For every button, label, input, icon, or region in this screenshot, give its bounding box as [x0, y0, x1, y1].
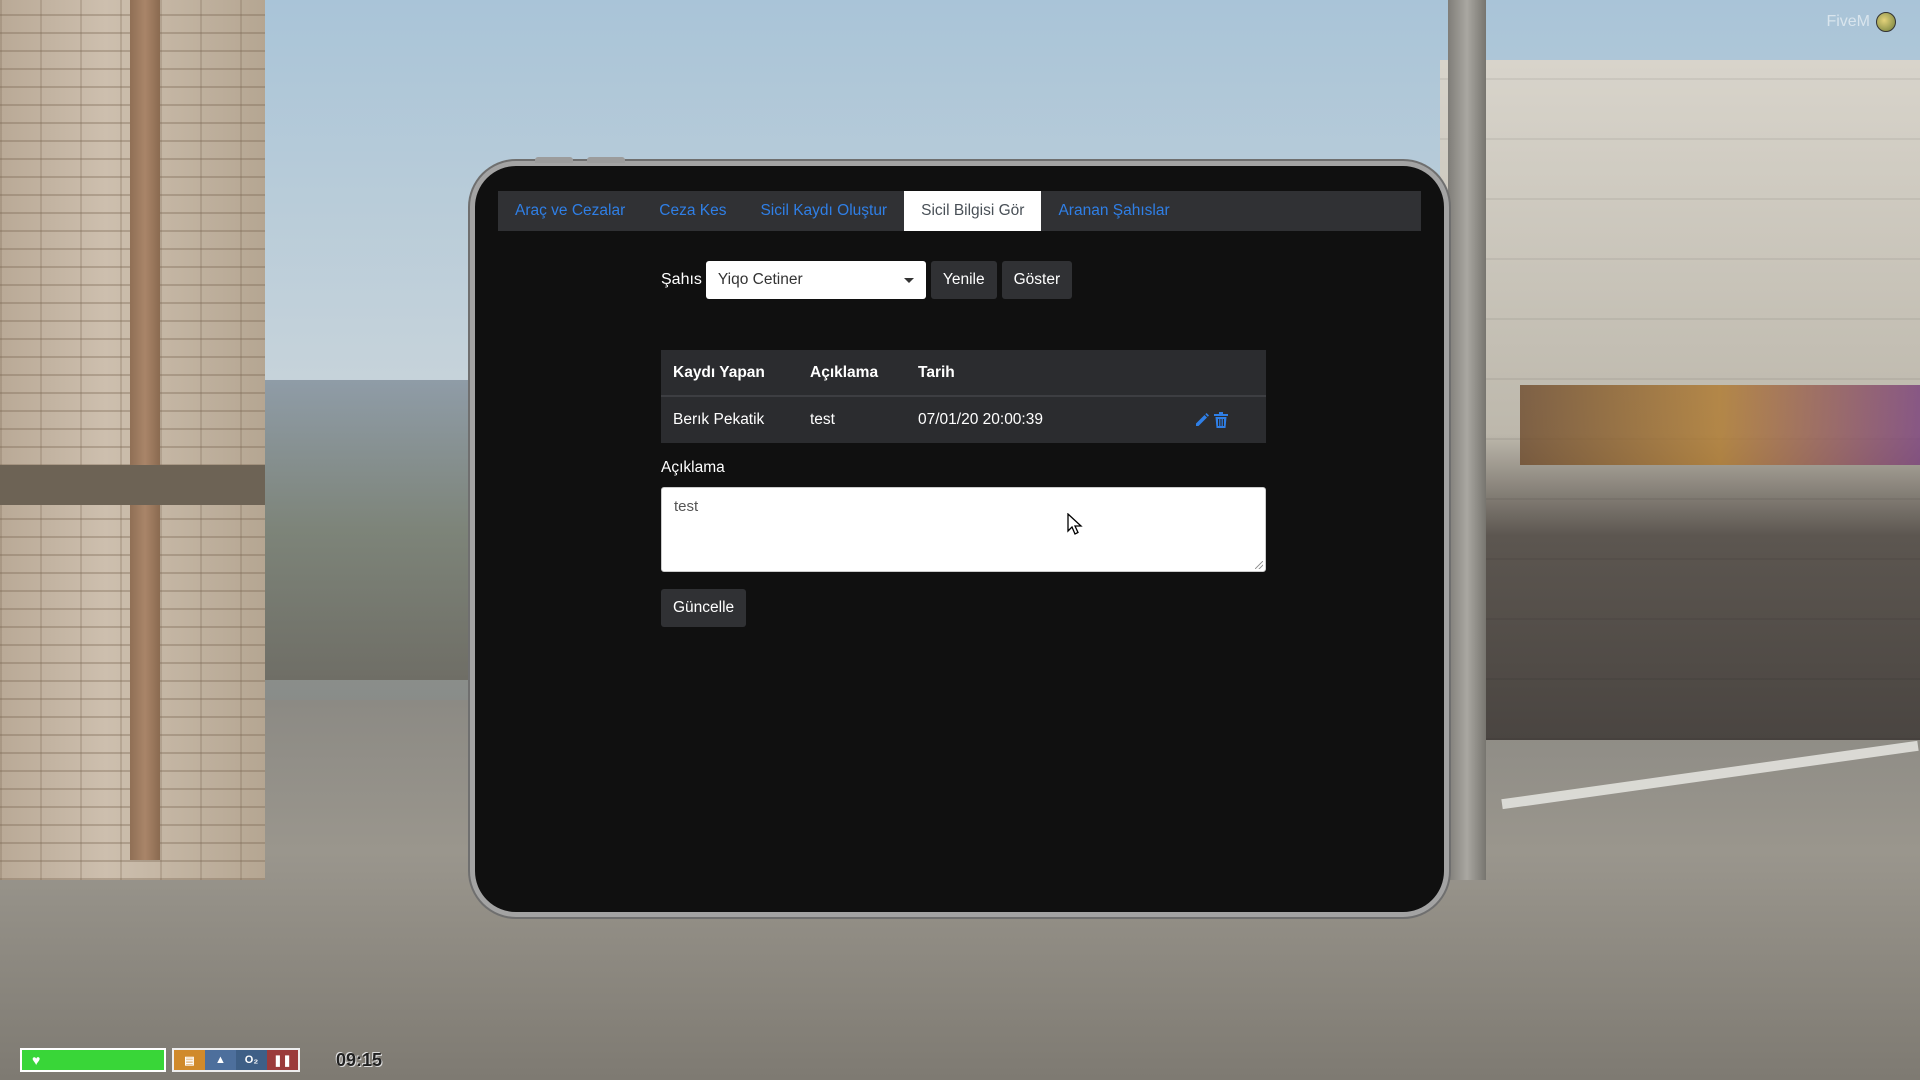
game-store-sign: [1520, 385, 1920, 465]
police-tablet: Araç ve Cezalar Ceza Kes Sicil Kaydı Olu…: [470, 157, 1449, 917]
cell-recorder: Berık Pekatik: [673, 411, 765, 428]
tablet-side-button: [587, 157, 625, 163]
mouse-cursor-icon: [1067, 512, 1083, 539]
game-ledge: [0, 465, 265, 505]
game-pillar: [130, 0, 160, 860]
person-select-value: Yiqo Cetiner: [717, 271, 803, 288]
tab-ceza-kes[interactable]: Ceza Kes: [642, 191, 743, 231]
tab-aranan-sahislar[interactable]: Aranan Şahıslar: [1041, 191, 1186, 231]
tab-sicil-kaydi-olustur[interactable]: Sicil Kaydı Oluştur: [743, 191, 904, 231]
lungs-icon: ❚❚: [267, 1050, 298, 1070]
column-header-description: Açıklama: [798, 350, 906, 397]
cell-actions: [1110, 396, 1266, 443]
fivem-brand-text: FiveM: [1826, 13, 1870, 30]
resize-grip-icon[interactable]: [1255, 561, 1263, 569]
tablet-side-button: [535, 157, 573, 163]
game-clock: 09:15: [336, 1049, 383, 1070]
column-header-recorder: Kaydı Yapan: [661, 350, 798, 397]
health-bar: ♥: [20, 1048, 166, 1072]
armor-icon: ▤: [174, 1050, 205, 1070]
tab-sicil-bilgisi-gor[interactable]: Sicil Bilgisi Gör: [904, 191, 1042, 231]
table-row: Berık Pekatik test 07/01/20 20:00:39: [661, 396, 1266, 443]
heart-icon: ♥: [32, 1052, 41, 1068]
player-hud: ♥ ▤ ▲ O₂ ❚❚ 09:15: [20, 1045, 382, 1075]
person-select[interactable]: Yiqo Cetiner: [705, 261, 926, 299]
trash-icon[interactable]: [1214, 412, 1228, 428]
table-header-row: Kaydı Yapan Açıklama Tarih: [661, 350, 1266, 397]
refresh-button[interactable]: Yenile: [930, 261, 997, 299]
records-table: Kaydı Yapan Açıklama Tarih Berık Pekatik…: [661, 350, 1266, 443]
game-distant-city: [265, 380, 475, 680]
person-filter-row: Şahıs Yiqo Cetiner Yenile Göster: [661, 261, 1073, 299]
fivem-watermark: FiveM: [1826, 12, 1896, 32]
water-icon: ▲: [205, 1050, 236, 1070]
game-utility-pole: [1448, 0, 1486, 880]
update-button[interactable]: Güncelle: [661, 589, 747, 627]
cell-date: 07/01/20 20:00:39: [918, 411, 1043, 428]
status-indicators: ▤ ▲ O₂ ❚❚: [172, 1048, 300, 1072]
description-label: Açıklama: [661, 459, 725, 476]
description-textarea-value: test: [674, 498, 699, 515]
cell-description: test: [810, 411, 835, 428]
globe-icon: [1876, 12, 1896, 32]
edit-pencil-icon[interactable]: [1194, 412, 1210, 428]
oxygen-icon: O₂: [236, 1050, 267, 1070]
person-label: Şahıs: [661, 271, 702, 288]
column-header-date: Tarih: [906, 350, 1110, 397]
tab-arac-ve-cezalar[interactable]: Araç ve Cezalar: [498, 191, 642, 231]
tab-bar: Araç ve Cezalar Ceza Kes Sicil Kaydı Olu…: [498, 191, 1421, 231]
description-textarea[interactable]: test: [661, 487, 1266, 572]
column-header-actions: [1110, 350, 1266, 397]
show-button[interactable]: Göster: [1001, 261, 1073, 299]
caret-down-icon: [903, 277, 914, 283]
